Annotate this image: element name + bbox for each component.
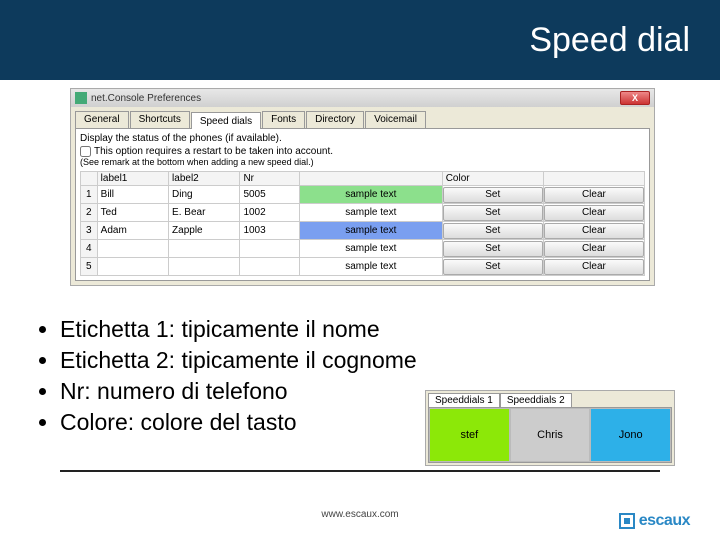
option-description: Display the status of the phones (if ava… [80,133,645,144]
tab-general[interactable]: General [75,111,129,128]
speed-dial-key[interactable]: Chris [510,408,591,462]
sample-text-cell: sample text [299,186,442,204]
tab-pane: Display the status of the phones (if ava… [75,128,650,281]
label2-cell[interactable]: Zapple [169,222,240,240]
table-row: 5 sample textSetClear [81,258,645,276]
clear-button[interactable]: Clear [544,241,644,257]
table-header-row: label1label2Nr Color [81,172,645,186]
sample-text-cell: sample text [299,204,442,222]
footer-url: www.escaux.com [0,509,720,520]
set-button[interactable]: Set [443,259,543,275]
label2-cell[interactable] [169,240,240,258]
label2-cell[interactable]: Ding [169,186,240,204]
table-row: 2TedE. Bear1002sample textSetClear [81,204,645,222]
speed-dial-table: label1label2NrColor 1BillDing5005sample … [80,171,645,276]
set-button[interactable]: Set [443,241,543,257]
label2-cell[interactable] [169,258,240,276]
table-row: 4 sample textSetClear [81,240,645,258]
row-number: 5 [81,258,98,276]
label1-cell[interactable]: Bill [97,186,168,204]
brand-logo: escaux [619,512,690,530]
window-titlebar: net.Console Preferences X [71,89,654,107]
speed-dial-key[interactable]: stef [429,408,510,462]
set-button[interactable]: Set [443,205,543,221]
label1-cell[interactable]: Adam [97,222,168,240]
clear-button[interactable]: Clear [544,205,644,221]
table-row: 3AdamZapple1003sample textSetClear [81,222,645,240]
slide-header: Speed dial [0,0,720,80]
speed-dial-preview: Speeddials 1Speeddials 2 stefChrisJono [425,390,675,466]
restart-checkbox[interactable] [80,146,91,157]
column-header: Color [442,172,543,186]
column-header [543,172,644,186]
sample-text-cell: sample text [299,240,442,258]
nr-cell[interactable]: 5005 [240,186,299,204]
preview-tab[interactable]: Speeddials 1 [428,393,500,407]
app-icon [75,92,87,104]
label1-cell[interactable]: Ted [97,204,168,222]
bullet-item: Etichetta 1: tipicamente il nome [60,316,720,343]
column-header: label2 [169,172,240,186]
preferences-window: net.Console Preferences X GeneralShortcu… [70,88,655,286]
clear-button[interactable]: Clear [544,187,644,203]
tab-voicemail[interactable]: Voicemail [365,111,426,128]
nr-cell[interactable]: 1002 [240,204,299,222]
close-icon[interactable]: X [620,91,650,105]
row-number: 1 [81,186,98,204]
label1-cell[interactable] [97,240,168,258]
bullet-item: Etichetta 2: tipicamente il cognome [60,347,720,374]
clear-button[interactable]: Clear [544,223,644,239]
set-button[interactable]: Set [443,187,543,203]
row-number: 2 [81,204,98,222]
tab-directory[interactable]: Directory [306,111,364,128]
preferences-screenshot: net.Console Preferences X GeneralShortcu… [70,88,655,286]
clear-button[interactable]: Clear [544,259,644,275]
sample-text-cell: sample text [299,258,442,276]
nr-cell[interactable]: 1003 [240,222,299,240]
footer-divider [60,470,660,472]
column-header: label1 [97,172,168,186]
row-number: 3 [81,222,98,240]
preview-content: stefChrisJono [428,407,672,463]
nr-cell[interactable] [240,258,299,276]
row-number: 4 [81,240,98,258]
tab-speed-dials[interactable]: Speed dials [191,112,261,129]
column-header: Nr [240,172,299,186]
label2-cell[interactable]: E. Bear [169,204,240,222]
preview-tabs: Speeddials 1Speeddials 2 [426,391,674,407]
brand-name: escaux [639,512,690,530]
page-title: Speed dial [529,21,690,60]
preview-tab[interactable]: Speeddials 2 [500,393,572,407]
restart-label: This option requires a restart to be tak… [94,146,333,157]
remark-note: (See remark at the bottom when adding a … [80,157,645,167]
window-title: net.Console Preferences [91,93,620,104]
nr-cell[interactable] [240,240,299,258]
column-header [299,172,442,186]
logo-square-icon [619,513,635,529]
label1-cell[interactable] [97,258,168,276]
set-button[interactable]: Set [443,223,543,239]
speed-dial-key[interactable]: Jono [590,408,671,462]
sample-text-cell: sample text [299,222,442,240]
table-row: 1BillDing5005sample textSetClear [81,186,645,204]
tab-bar: GeneralShortcutsSpeed dialsFontsDirector… [71,107,654,128]
tab-fonts[interactable]: Fonts [262,111,305,128]
tab-shortcuts[interactable]: Shortcuts [130,111,190,128]
restart-option[interactable]: This option requires a restart to be tak… [80,146,645,157]
